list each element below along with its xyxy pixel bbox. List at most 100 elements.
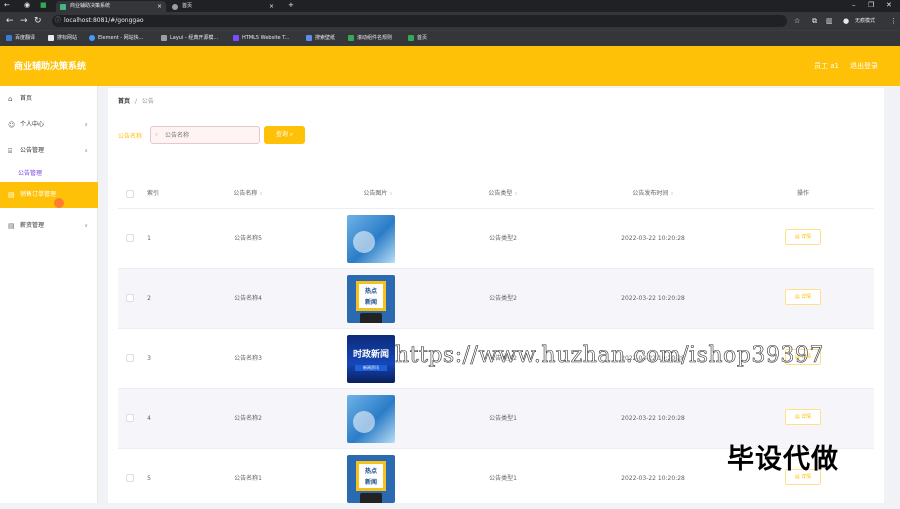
notice-image[interactable]	[347, 395, 395, 443]
news-badge: 热点 新闻	[356, 281, 386, 311]
sidebar-item-notice[interactable]: ⌸ 公告管理 ∧	[0, 138, 98, 164]
new-tab-button[interactable]: +	[288, 0, 294, 11]
bookmark-item[interactable]: HTML5 Website T...	[233, 34, 289, 43]
bookmark-item[interactable]: 搜标网站	[48, 34, 77, 43]
close-icon[interactable]: ×	[269, 1, 274, 12]
query-button[interactable]: 查询 ⌕	[264, 126, 305, 144]
header-time[interactable]: 公告发布时间 ⇕	[578, 180, 728, 208]
header-type[interactable]: 公告类型 ⇕	[438, 180, 568, 208]
sidebar-item-label: 首页	[20, 95, 33, 102]
tab-home[interactable]: 首页 ×	[168, 1, 278, 12]
globe-icon	[172, 4, 178, 10]
select-all-checkbox[interactable]	[126, 190, 134, 198]
table-row: 1 公告名称5 公告类型2 2022-03-22 10:20:28 ▤ 详情	[118, 208, 874, 268]
breadcrumb-home[interactable]: 首页	[118, 98, 130, 105]
extension-icon[interactable]: ⧉	[812, 15, 817, 27]
notice-image[interactable]	[347, 215, 395, 263]
window-close-icon[interactable]: ✕	[886, 0, 892, 11]
address-bar[interactable]: ⓘ localhost:8081/#/gonggao	[52, 15, 787, 27]
breadcrumb-current: 公告	[141, 98, 154, 105]
row-checkbox[interactable]	[126, 474, 134, 482]
chevron-up-icon: ∧	[84, 148, 88, 154]
bookmark-label: HTML5 Website T...	[242, 35, 290, 41]
menu-dots-icon[interactable]: ⋮	[890, 15, 897, 27]
submenu-item-notice[interactable]: 公告管理	[0, 167, 98, 181]
row-checkbox[interactable]	[126, 234, 134, 242]
browser-chrome: ← ◉ ■ 商业辅助决策系统 × 首页 × + – ❐ ✕ ← → ↻ ⓘ lo…	[0, 0, 900, 46]
maximize-icon[interactable]: ❐	[868, 0, 874, 11]
breadcrumb: 首页 / 公告	[118, 96, 154, 105]
promo-badge: 毕设代做	[727, 444, 839, 475]
app-title: 商业辅助决策系统	[14, 62, 87, 72]
bookmark-label: 百度翻译	[15, 35, 36, 41]
sidebar-item-sales-order[interactable]: ▤ 销售订单管理	[0, 182, 98, 208]
cell-type: 公告类型1	[489, 415, 517, 422]
tab-search-icon[interactable]: ←	[4, 0, 10, 11]
bookmark-item[interactable]: 百度翻译	[6, 34, 35, 43]
sidebar: ⌂ 首页 ☺ 个人中心 ∨ ⌸ 公告管理 ∧ 公告管理 ▤ 销售订单管理 ▤ 薪…	[0, 86, 98, 503]
notice-image[interactable]: 热点 新闻	[347, 455, 395, 503]
close-icon[interactable]: ×	[157, 1, 162, 12]
cell-name: 公告名称5	[234, 235, 262, 242]
tab-admin[interactable]: 商业辅助决策系统 ×	[56, 1, 166, 12]
table-header: 索引 公告名称 ⇕ 公告图片 ⇕ 公告类型 ⇕ 公告发布时间 ⇕ 操作	[118, 180, 874, 208]
tab-title: 商业辅助决策系统	[70, 3, 111, 9]
row-checkbox[interactable]	[126, 414, 134, 422]
cell-index: 3	[147, 355, 151, 362]
watermark-text: https://www.huzhan.com/ishop39397	[395, 343, 824, 369]
cell-index: 2	[147, 295, 151, 302]
bookmark-label: Element - 网站快...	[98, 35, 144, 41]
detail-button[interactable]: ▤ 详情	[785, 289, 821, 305]
row-checkbox[interactable]	[126, 354, 134, 362]
app-tab-icon[interactable]: ■	[40, 0, 47, 11]
back-icon[interactable]: ←	[6, 15, 14, 27]
sort-icon: ⇕	[670, 191, 674, 196]
bookmark-item[interactable]: 首页	[408, 34, 427, 43]
vue-icon	[60, 4, 66, 10]
minimize-icon[interactable]: –	[852, 0, 856, 11]
hand-graphic	[353, 411, 375, 433]
tab-strip: ← ◉ ■ 商业辅助决策系统 × 首页 × + – ❐ ✕	[0, 0, 900, 12]
home-icon: ⌂	[8, 95, 13, 103]
sort-icon: ⇕	[514, 191, 518, 196]
header-type-label: 公告类型	[488, 190, 513, 197]
header-image-label: 公告图片	[363, 190, 388, 197]
row-checkbox[interactable]	[126, 294, 134, 302]
notice-image[interactable]: 时政新闻 新闻资讯	[347, 335, 395, 383]
search-input[interactable]	[150, 126, 260, 144]
header-image[interactable]: 公告图片 ⇕	[328, 180, 428, 208]
bookmark-item[interactable]: Element - 网站快...	[89, 34, 143, 43]
bookmark-item[interactable]: 滚动组件名规则	[348, 34, 392, 43]
notice-image[interactable]: 热点 新闻	[347, 275, 395, 323]
forward-icon[interactable]: →	[20, 15, 28, 27]
bookmark-label: 搜索壁纸	[315, 35, 336, 41]
politics-title: 时政新闻	[352, 350, 389, 360]
cell-index: 1	[147, 235, 151, 242]
translate-icon	[6, 35, 12, 41]
bookmarks-bar: 百度翻译 搜标网站 Element - 网站快... Layui - 经典开源模…	[0, 30, 900, 46]
browser-toolbar: ← → ↻ ⓘ localhost:8081/#/gonggao ☆ ⧉ ▥ ●…	[0, 12, 900, 30]
detail-label: 详情	[801, 234, 812, 240]
header-name[interactable]: 公告名称 ⇕	[178, 180, 318, 208]
cell-index: 4	[147, 415, 151, 422]
star-icon[interactable]: ☆	[794, 15, 800, 27]
cell-name: 公告名称2	[234, 415, 262, 422]
bookmark-label: 搜标网站	[57, 35, 78, 41]
phone-graphic	[360, 313, 382, 323]
profile-label[interactable]: 无痕模式	[855, 15, 875, 27]
sidepanel-icon[interactable]: ▥	[826, 15, 833, 27]
app-header: 商业辅助决策系统 员工 a1 退出登录	[0, 46, 900, 86]
bookmark-item[interactable]: Layui - 经典开源模...	[161, 34, 218, 43]
bookmark-item[interactable]: 搜索壁纸	[306, 34, 335, 43]
detail-button[interactable]: ▤ 详情	[785, 409, 821, 425]
cell-index: 5	[147, 475, 151, 482]
cell-name: 公告名称1	[234, 475, 262, 482]
sidebar-item-home[interactable]: ⌂ 首页	[0, 86, 98, 112]
sidebar-item-profile[interactable]: ☺ 个人中心 ∨	[0, 112, 98, 138]
bank-icon: ⌸	[8, 147, 13, 155]
reload-icon[interactable]: ↻	[34, 15, 42, 27]
sidebar-item-salary[interactable]: ▤ 薪资管理 ∨	[0, 213, 98, 239]
grid-icon: ▤	[8, 222, 15, 230]
detail-button[interactable]: ▤ 详情	[785, 229, 821, 245]
logout-button[interactable]: 退出登录	[850, 61, 878, 71]
